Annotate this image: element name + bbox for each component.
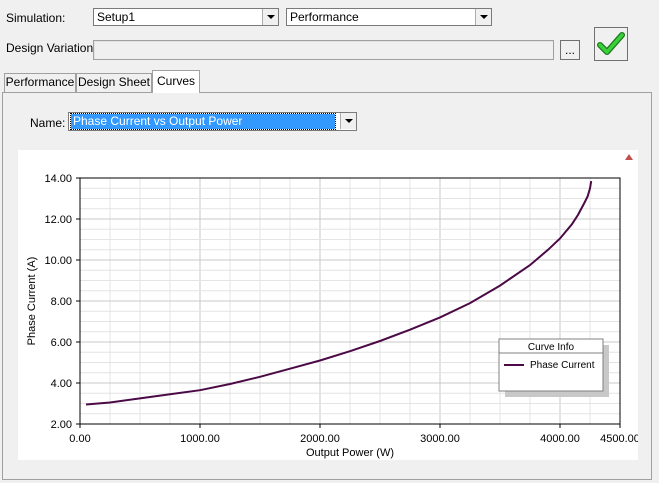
simulation-label: Simulation:	[6, 11, 66, 25]
x-tick-label: 0.00	[69, 433, 90, 445]
x-axis: 0.00 1000.00 2000.00 3000.00 4000.00 4500.00	[69, 424, 640, 445]
x-tick-label: 1000.00	[180, 433, 220, 445]
x-axis-label: Output Power (W)	[306, 447, 394, 459]
legend-title: Curve Info	[528, 342, 575, 353]
simulation-type-select[interactable]: Performance	[286, 8, 492, 26]
design-variation-field[interactable]	[93, 40, 554, 60]
y-tick-label: 6.00	[51, 337, 72, 349]
y-tick-label: 12.00	[44, 214, 72, 226]
curve-name-select[interactable]: Phase Current vs Output Power	[68, 112, 357, 131]
tab-performance-label: Performance	[5, 75, 75, 89]
y-tick-label: 10.00	[44, 255, 72, 267]
tab-curves[interactable]: Curves	[152, 70, 200, 93]
x-tick-label: 3000.00	[420, 433, 460, 445]
y-axis-label: Phase Current (A)	[26, 257, 38, 346]
setup-select[interactable]: Setup1	[93, 8, 279, 26]
chevron-down-icon[interactable]	[475, 9, 491, 25]
design-variation-browse-button[interactable]: ...	[560, 40, 580, 60]
chevron-down-icon[interactable]	[262, 9, 278, 25]
tab-design-sheet-label: Design Sheet	[77, 75, 151, 89]
setup-select-value: Setup1	[97, 10, 136, 24]
legend-item-label: Phase Current	[530, 360, 595, 371]
y-tick-label: 2.00	[51, 419, 72, 431]
x-tick-label: 2000.00	[300, 433, 340, 445]
tab-design-sheet[interactable]: Design Sheet	[76, 73, 152, 92]
tab-curves-label: Curves	[156, 74, 195, 88]
tab-performance[interactable]: Performance	[4, 73, 76, 92]
curve-name-value: Phase Current vs Output Power	[70, 113, 336, 130]
design-variation-label: Design Variation:	[6, 41, 97, 55]
phase-current-chart: 2.00 4.00 6.00 8.00 10.00 12.00 14.00 0.00 1000…	[26, 154, 640, 459]
x-tick-label: 4500.00	[600, 433, 638, 445]
simulation-type-value: Performance	[290, 10, 359, 24]
checkmark-icon	[597, 32, 625, 55]
warning-marker-icon[interactable]	[625, 154, 633, 160]
plot-area: 2.00 4.00 6.00 8.00 10.00 12.00 14.00 0.00 1000…	[18, 150, 640, 460]
x-tick-label: 4000.00	[540, 433, 580, 445]
browse-button-label: ...	[564, 43, 575, 57]
curve-name-label: Name:	[30, 116, 66, 130]
apply-check-button[interactable]	[594, 27, 628, 61]
chevron-down-icon[interactable]	[340, 113, 356, 129]
y-axis: 2.00 4.00 6.00 8.00 10.00 12.00 14.00	[44, 173, 80, 431]
y-tick-label: 4.00	[51, 378, 72, 390]
y-tick-label: 14.00	[44, 173, 72, 185]
y-tick-label: 8.00	[51, 296, 72, 308]
legend[interactable]: Curve Info Phase Current	[498, 338, 609, 397]
